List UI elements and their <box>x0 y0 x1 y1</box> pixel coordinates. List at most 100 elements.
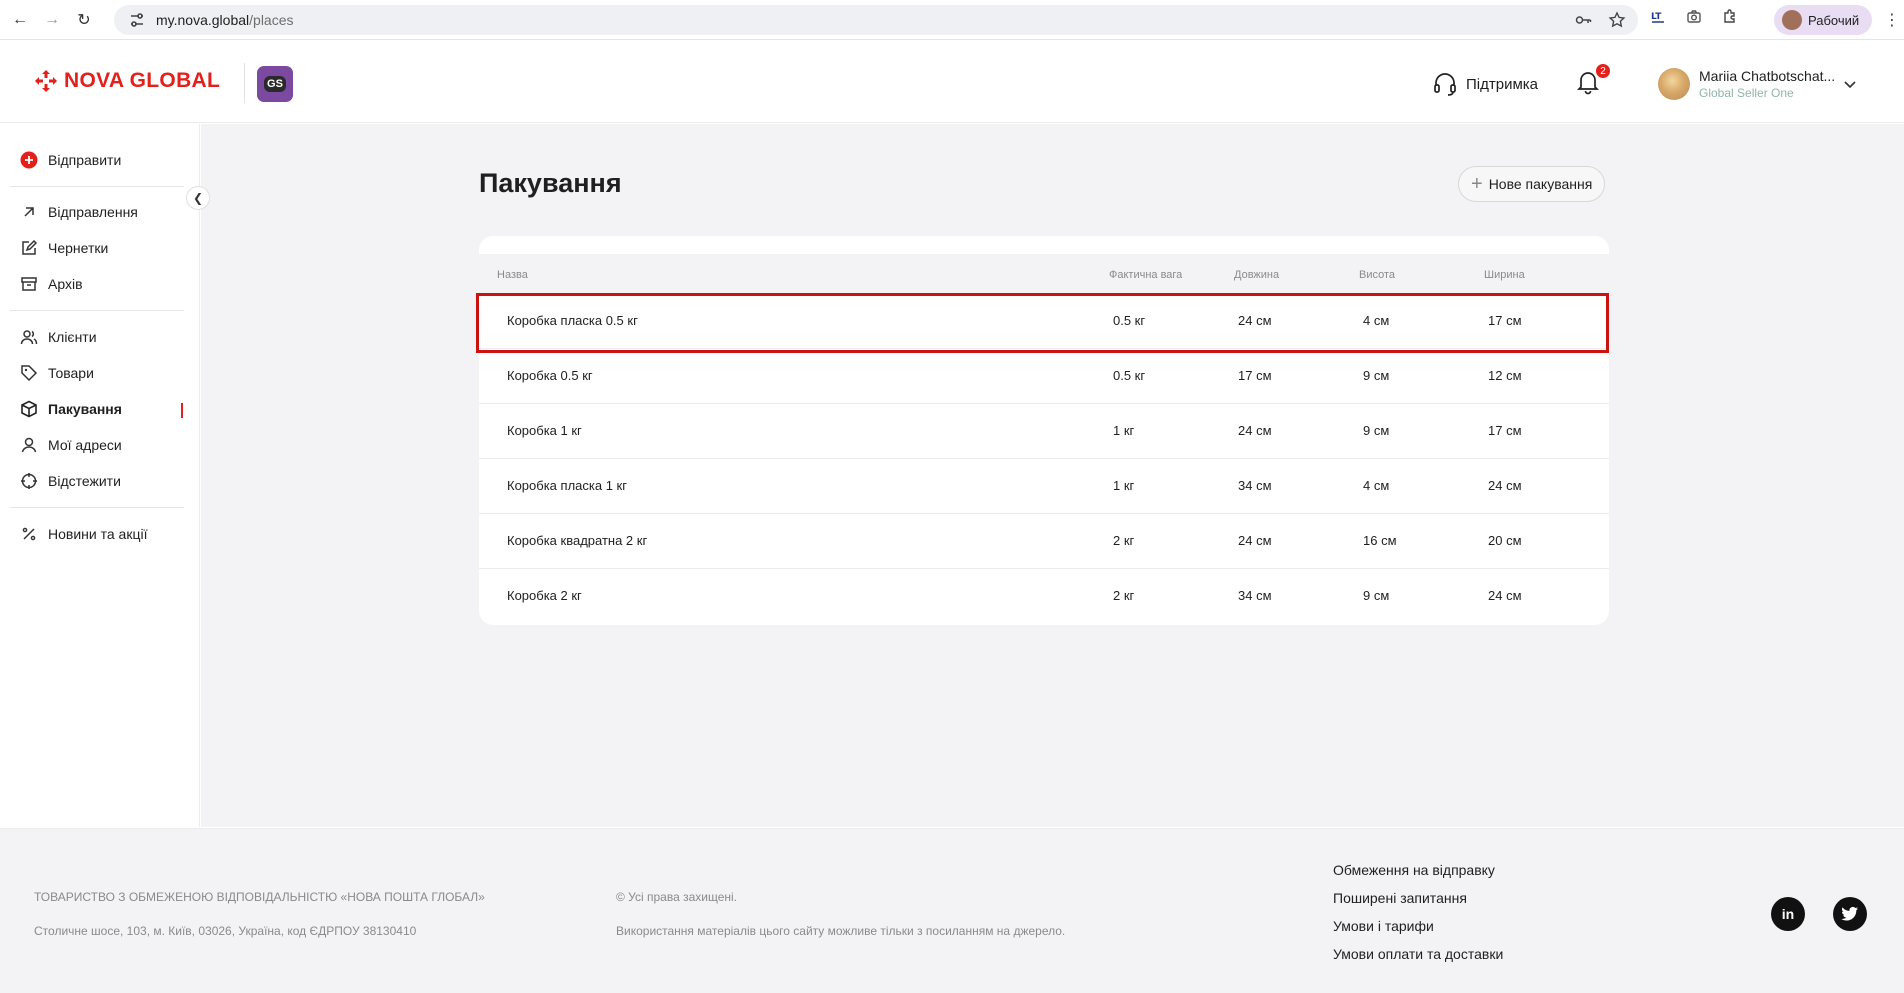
table-row[interactable]: Коробка пласка 1 кг 1 кг 34 см 4 см 24 с… <box>479 459 1609 514</box>
gs-badge[interactable]: GS <box>257 66 293 102</box>
headset-icon <box>1434 73 1456 96</box>
table-row[interactable]: Коробка квадратна 2 кг 2 кг 24 см 16 см … <box>479 514 1609 569</box>
new-packaging-button[interactable]: + Нове пакування <box>1458 166 1606 202</box>
user-avatar[interactable] <box>1658 68 1690 100</box>
footer: ТОВАРИСТВО З ОБМЕЖЕНОЮ ВІДПОВІДАЛЬНІСТЮ … <box>0 828 1904 993</box>
plus-icon: + <box>1471 173 1483 195</box>
sidebar-item-label: Архів <box>48 276 83 292</box>
profile-avatar <box>1782 10 1802 30</box>
box-icon <box>21 400 37 418</box>
page-title: Пакування <box>479 168 622 198</box>
browser-profile-button[interactable]: Рабочий <box>1774 5 1872 35</box>
extensions-icon[interactable] <box>1722 8 1738 24</box>
footer-link-payment[interactable]: Умови оплати та доставки <box>1333 946 1503 962</box>
sidebar-item-label: Пакування <box>48 401 122 417</box>
sidebar-item-shipments[interactable]: Відправлення <box>20 202 138 222</box>
browser-menu-icon[interactable]: ⋮ <box>1884 10 1900 30</box>
tag-icon <box>21 365 38 382</box>
cell-length: 24 см <box>1238 423 1272 438</box>
key-icon[interactable] <box>1574 11 1592 29</box>
cell-length: 34 см <box>1238 478 1272 493</box>
table-row[interactable]: Коробка 1 кг 1 кг 24 см 9 см 17 см <box>479 404 1609 459</box>
gs-badge-label: GS <box>264 76 286 92</box>
table-row[interactable]: Коробка пласка 0.5 кг 0.5 кг 24 см 4 см … <box>479 294 1609 349</box>
star-icon[interactable] <box>1608 11 1626 29</box>
sidebar-item-label: Чернетки <box>48 240 109 256</box>
cell-width: 24 см <box>1488 478 1522 493</box>
cell-name: Коробка пласка 1 кг <box>507 478 627 493</box>
forward-icon[interactable]: → <box>38 6 66 34</box>
cell-name: Коробка 1 кг <box>507 423 582 438</box>
sidebar-item-send[interactable]: Відправити <box>20 150 121 170</box>
linkedin-label: in <box>1781 906 1795 922</box>
cell-name: Коробка 2 кг <box>507 588 582 603</box>
sidebar-item-addresses[interactable]: Мої адреси <box>20 435 122 455</box>
footer-link-faq[interactable]: Поширені запитання <box>1333 890 1467 906</box>
back-icon[interactable]: ← <box>6 6 34 34</box>
support-button[interactable]: Підтримка <box>1432 71 1538 97</box>
sidebar-item-packaging[interactable]: Пакування <box>20 399 122 419</box>
table-row[interactable]: Коробка 0.5 кг 0.5 кг 17 см 9 см 12 см <box>479 349 1609 404</box>
cell-weight: 1 кг <box>1113 423 1135 438</box>
footer-address: Столичне шосе, 103, м. Київ, 03026, Укра… <box>34 924 417 938</box>
sidebar-item-drafts[interactable]: Чернетки <box>20 238 108 258</box>
footer-usage: Використання матеріалів цього сайту можл… <box>616 924 1066 938</box>
cell-name: Коробка пласка 0.5 кг <box>507 313 638 328</box>
reload-icon[interactable]: ↻ <box>70 6 98 34</box>
cell-weight: 2 кг <box>1113 533 1135 548</box>
sidebar-divider <box>10 186 184 187</box>
url-host: my.nova.global <box>156 12 250 28</box>
twitter-icon[interactable] <box>1833 897 1867 931</box>
linkedin-icon[interactable]: in <box>1771 897 1805 931</box>
footer-rights: © Усі права захищені. <box>616 890 738 904</box>
table-row[interactable]: Коробка 2 кг 2 кг 34 см 9 см 24 см <box>479 569 1609 624</box>
cell-width: 12 см <box>1488 368 1522 383</box>
brand-logo[interactable]: NOVA GLOBAL <box>34 69 220 93</box>
active-indicator <box>181 403 183 418</box>
edit-icon <box>22 239 38 255</box>
cell-name: Коробка квадратна 2 кг <box>507 533 648 548</box>
sidebar-item-label: Клієнти <box>48 329 97 345</box>
column-header-height: Висота <box>1359 269 1396 281</box>
sidebar-item-track[interactable]: Відстежити <box>20 471 121 491</box>
sidebar-divider <box>10 310 184 311</box>
profile-label: Рабочий <box>1808 12 1860 28</box>
footer-link-restrictions[interactable]: Обмеження на відправку <box>1333 862 1495 878</box>
sidebar-divider <box>10 507 184 508</box>
chevron-left-icon: ❮ <box>192 191 204 205</box>
camera-icon[interactable] <box>1686 8 1702 24</box>
sidebar-collapse-button[interactable]: ❮ <box>186 186 210 210</box>
cell-width: 20 см <box>1488 533 1522 548</box>
cell-length: 17 см <box>1238 368 1272 383</box>
site-settings-icon[interactable] <box>128 11 146 29</box>
crosshair-icon <box>21 473 37 489</box>
new-packaging-label: Нове пакування <box>1488 176 1593 192</box>
nova-logo-icon <box>35 70 57 92</box>
notification-count-badge: 2 <box>1595 63 1611 79</box>
sidebar-item-news[interactable]: Новини та акції <box>20 524 147 544</box>
plus-circle-icon <box>20 151 38 169</box>
user-name[interactable]: Mariia Chatbotschat... <box>1699 68 1835 84</box>
sidebar-item-goods[interactable]: Товари <box>20 363 94 383</box>
footer-link-tariffs[interactable]: Умови і тарифи <box>1333 918 1434 934</box>
sidebar-item-label: Відправити <box>48 152 122 168</box>
sidebar-item-archive[interactable]: Архів <box>20 274 83 294</box>
chevron-down-icon[interactable] <box>1843 77 1857 91</box>
user-company: Global Seller One <box>1699 86 1794 100</box>
sidebar-item-clients[interactable]: Клієнти <box>20 327 97 347</box>
column-header-name: Назва <box>497 269 528 281</box>
location-icon <box>21 437 37 453</box>
language-tool-icon[interactable]: LT <box>1650 8 1666 24</box>
column-header-weight: Фактична вага <box>1109 269 1183 281</box>
cell-height: 9 см <box>1363 368 1390 383</box>
address-bar[interactable]: my.nova.global/places <box>114 5 1638 35</box>
footer-company: ТОВАРИСТВО З ОБМЕЖЕНОЮ ВІДПОВІДАЛЬНІСТЮ … <box>34 890 485 904</box>
cell-length: 24 см <box>1238 313 1272 328</box>
sidebar-item-label: Товари <box>48 365 94 381</box>
cell-length: 24 см <box>1238 533 1272 548</box>
logo-divider <box>244 63 245 103</box>
browser-toolbar: ← → ↻ my.nova.global/places LT Рабочий ⋮ <box>0 0 1904 40</box>
arrow-up-right-icon <box>24 207 34 217</box>
app-header: NOVA GLOBAL GS Підтримка 2 Mariia Chatbo… <box>0 41 1904 123</box>
table-header <box>479 254 1609 294</box>
